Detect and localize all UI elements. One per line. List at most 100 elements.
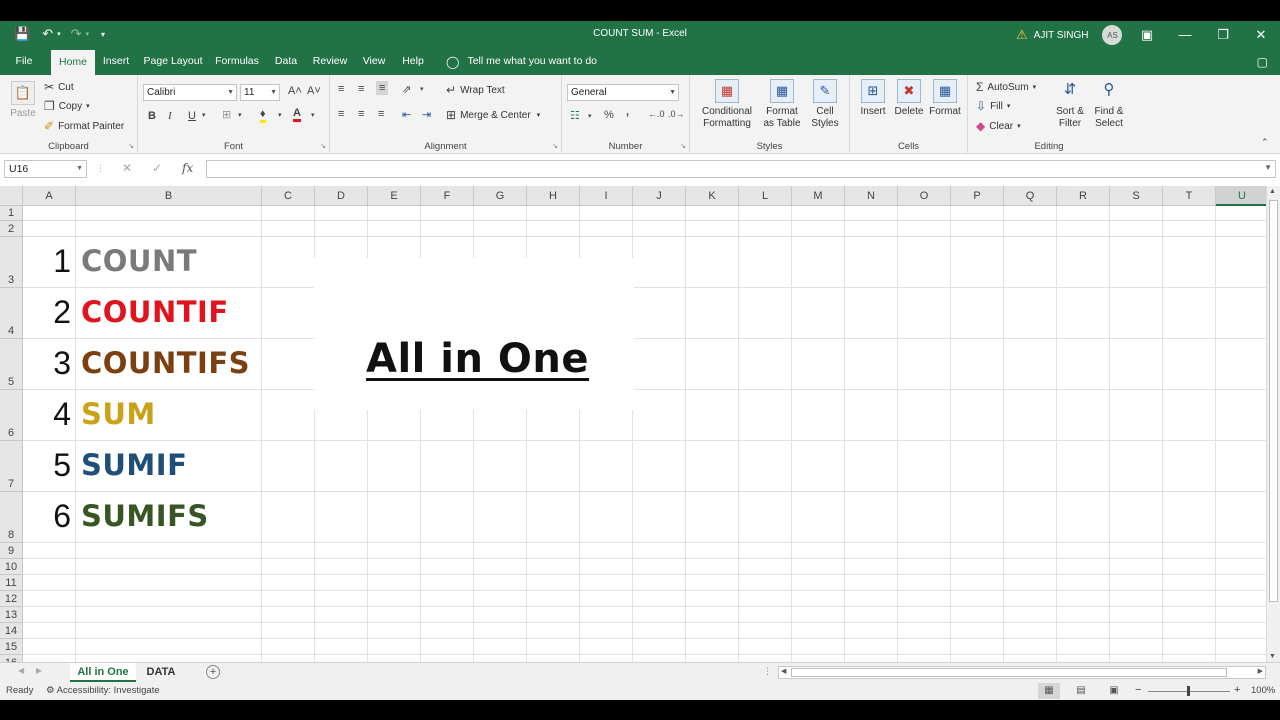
column-header-a[interactable]: A (23, 186, 76, 206)
redo-icon[interactable]: ↷ (71, 26, 82, 42)
fill-button[interactable]: ⇩ Fill ▾ (976, 99, 1010, 113)
autosum-button[interactable]: Σ AutoSum ▾ (976, 80, 1036, 94)
borders-icon[interactable]: ⊞ (222, 108, 231, 121)
chevron-down-icon[interactable]: ▾ (278, 111, 282, 119)
font-color-icon[interactable]: A (293, 107, 301, 122)
accounting-format-icon[interactable]: ☷ (570, 109, 580, 122)
column-header-j[interactable]: J (633, 186, 686, 206)
comments-icon[interactable]: ▢ (1257, 55, 1268, 69)
row-header-16[interactable]: 16 (0, 655, 23, 662)
customize-qat-icon[interactable]: ▾ (101, 30, 105, 39)
cancel-icon[interactable]: ✕ (122, 161, 132, 175)
tell-me-search[interactable]: ◯ Tell me what you want to do (446, 55, 597, 69)
column-header-u[interactable]: U (1216, 186, 1266, 206)
format-painter-button[interactable]: ✐ Format Painter (44, 119, 124, 133)
tab-page-layout[interactable]: Page Layout (140, 48, 206, 75)
tab-help[interactable]: Help (396, 48, 430, 75)
column-header-i[interactable]: I (580, 186, 633, 206)
scroll-right-icon[interactable]: ▶ (1258, 667, 1263, 675)
clear-button[interactable]: ◆ Clear ▾ (976, 119, 1021, 133)
number-launcher-icon[interactable]: ↘ (680, 142, 686, 150)
decrease-font-size-icon[interactable]: A˅ (307, 85, 321, 97)
align-top-icon[interactable]: ≡ (338, 83, 344, 95)
headline-text[interactable]: All in One (366, 336, 589, 382)
row-header-13[interactable]: 13 (0, 607, 23, 623)
sheet-tab-data[interactable]: DATA (138, 663, 184, 682)
fill-color-icon[interactable]: ♦ (260, 108, 266, 123)
accessibility-status[interactable]: ⚙ Accessibility: Investigate (46, 685, 160, 696)
formula-bar-options-icon[interactable]: ⋮ (96, 163, 105, 174)
column-header-p[interactable]: P (951, 186, 1004, 206)
cell-styles-button[interactable]: ✎ Cell Styles (806, 79, 844, 130)
decrease-decimal-icon[interactable]: .0→ (668, 109, 685, 119)
enter-icon[interactable]: ✓ (152, 161, 162, 175)
minimize-icon[interactable]: — (1166, 21, 1204, 48)
scroll-up-icon[interactable]: ▲ (1269, 188, 1276, 195)
comma-style-button[interactable]: , (626, 106, 629, 118)
wrap-text-button[interactable]: ↵ Wrap Text (446, 83, 505, 97)
delete-cells-button[interactable]: ✖ Delete (892, 79, 926, 118)
paste-button[interactable]: 📋 Paste (8, 81, 38, 120)
function-number[interactable]: 6 (23, 498, 71, 535)
horizontal-scrollbar[interactable]: ◀ ▶ (778, 666, 1266, 679)
sheet-tab-all-in-one[interactable]: All in One (70, 663, 136, 682)
increase-indent-icon[interactable]: ⇥ (422, 108, 431, 121)
normal-view-icon[interactable]: ▦ (1038, 683, 1060, 699)
underline-button[interactable]: U (188, 110, 196, 122)
tab-formulas[interactable]: Formulas (211, 48, 263, 75)
select-all-corner[interactable] (0, 186, 23, 206)
font-name-combo[interactable]: Calibri ▼ (143, 84, 237, 101)
horizontal-scroll-thumb[interactable] (791, 668, 1227, 677)
align-bottom-icon[interactable]: ≡ (376, 81, 389, 95)
row-header-4[interactable]: 4 (0, 288, 23, 339)
row-header-10[interactable]: 10 (0, 559, 23, 575)
zoom-in-icon[interactable]: + (1234, 684, 1240, 696)
sort-filter-button[interactable]: ⇵ Sort & Filter (1050, 79, 1090, 130)
sheet-prev-icon[interactable]: ◀ (18, 666, 24, 675)
column-header-s[interactable]: S (1110, 186, 1163, 206)
insert-function-icon[interactable]: fx (182, 161, 193, 175)
chevron-down-icon[interactable]: ▾ (311, 111, 315, 119)
cut-button[interactable]: ✂ Cut (44, 80, 74, 94)
add-sheet-icon[interactable]: + (206, 665, 220, 679)
decrease-indent-icon[interactable]: ⇤ (402, 108, 411, 121)
alignment-launcher-icon[interactable]: ↘ (552, 142, 558, 150)
column-header-n[interactable]: N (845, 186, 898, 206)
function-name-sumifs[interactable]: SUMIFS (81, 499, 209, 533)
vertical-scroll-thumb[interactable] (1269, 200, 1278, 602)
column-header-c[interactable]: C (262, 186, 315, 206)
row-header-12[interactable]: 12 (0, 591, 23, 607)
italic-button[interactable]: I (168, 110, 172, 122)
column-header-b[interactable]: B (76, 186, 262, 206)
function-number[interactable]: 4 (23, 396, 71, 433)
column-header-q[interactable]: Q (1004, 186, 1057, 206)
function-name-sumif[interactable]: SUMIF (81, 448, 187, 482)
function-number[interactable]: 1 (23, 243, 71, 280)
format-as-table-button[interactable]: ▦ Format as Table (762, 79, 802, 130)
merge-center-button[interactable]: ⊞ Merge & Center ▾ (446, 108, 540, 122)
tab-insert[interactable]: Insert (98, 48, 134, 75)
function-name-count[interactable]: COUNT (81, 244, 197, 278)
number-format-combo[interactable]: General ▼ (567, 84, 679, 101)
conditional-formatting-button[interactable]: ▦ Conditional Formatting (695, 79, 759, 130)
font-size-combo[interactable]: 11 ▼ (240, 84, 280, 101)
column-header-t[interactable]: T (1163, 186, 1216, 206)
function-name-countifs[interactable]: COUNTIFS (81, 346, 250, 380)
column-header-k[interactable]: K (686, 186, 739, 206)
format-cells-button[interactable]: ▦ Format (928, 79, 962, 118)
function-number[interactable]: 2 (23, 294, 71, 331)
row-header-14[interactable]: 14 (0, 623, 23, 639)
column-header-h[interactable]: H (527, 186, 580, 206)
row-header-11[interactable]: 11 (0, 575, 23, 591)
row-header-9[interactable]: 9 (0, 543, 23, 559)
insert-cells-button[interactable]: ⊞ Insert (856, 79, 890, 118)
align-center-icon[interactable]: ≡ (358, 108, 364, 120)
column-header-l[interactable]: L (739, 186, 792, 206)
avatar[interactable]: AS (1102, 25, 1123, 45)
align-right-icon[interactable]: ≡ (378, 108, 384, 120)
find-select-button[interactable]: ⚲ Find & Select (1090, 79, 1128, 130)
column-header-r[interactable]: R (1057, 186, 1110, 206)
warning-icon[interactable]: ⚠ (1016, 27, 1028, 43)
chevron-down-icon[interactable]: ▾ (420, 85, 424, 93)
scroll-down-icon[interactable]: ▼ (1269, 653, 1276, 660)
